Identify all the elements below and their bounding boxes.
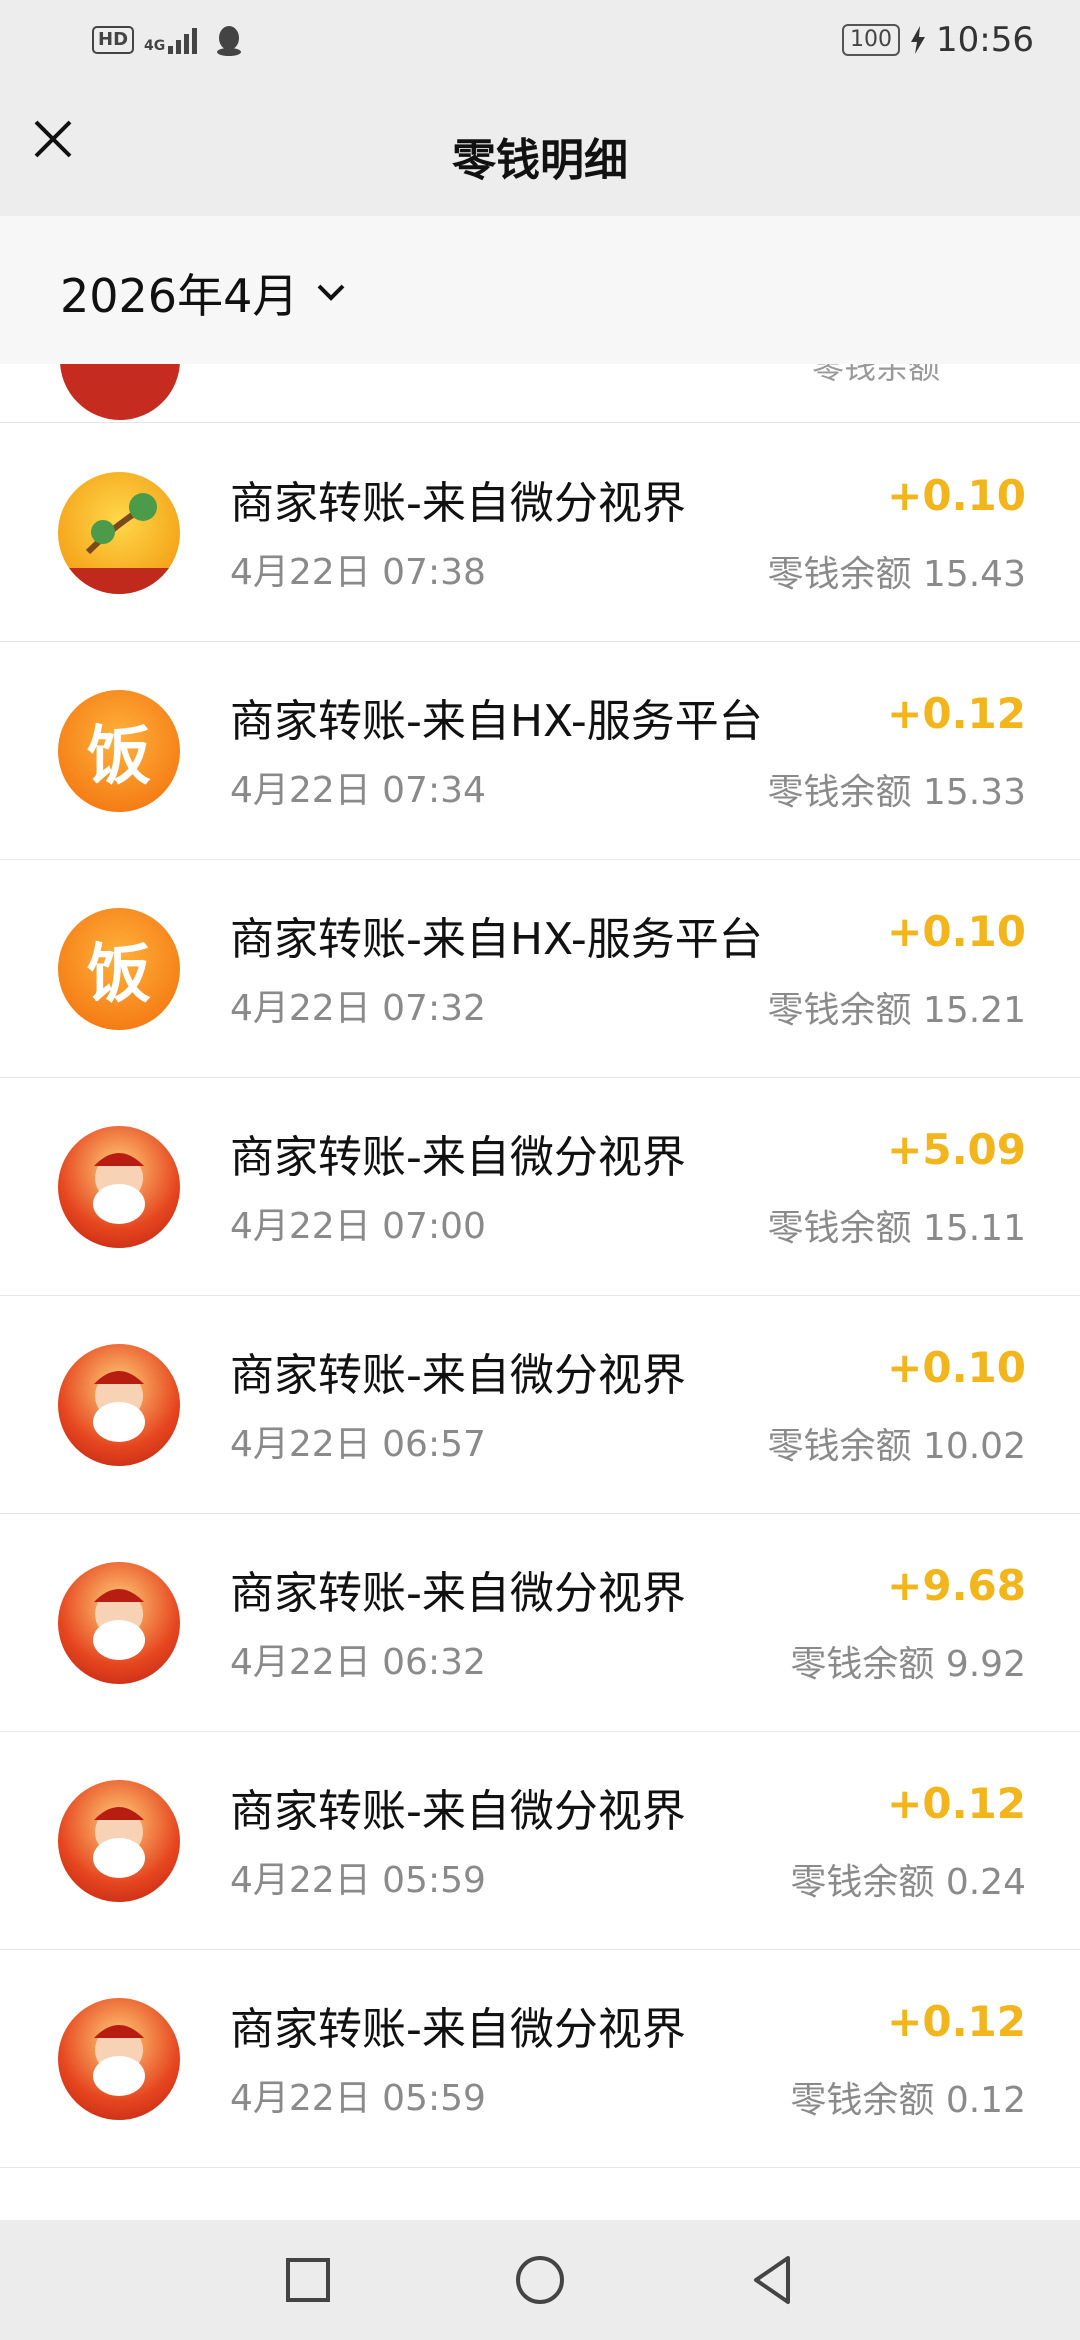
item-amount: +5.09: [887, 1125, 1026, 1174]
item-amount: +0.10: [887, 907, 1026, 956]
back-icon[interactable]: [742, 2250, 802, 2310]
item-balance: 零钱余额 9.92: [790, 1644, 1026, 1685]
item-title: 商家转账-来自HX-服务平台: [230, 914, 763, 965]
item-amount: +0.10: [887, 471, 1026, 520]
jade-avatar-icon: [60, 364, 180, 420]
status-time: 10:56: [936, 20, 1034, 60]
network-icon: 4G: [144, 26, 204, 54]
item-balance: 零钱余额 15.21: [767, 990, 1026, 1031]
hd-badge: HD: [92, 26, 135, 54]
item-balance: 零钱余额 15.33: [767, 772, 1026, 813]
item-title: 商家转账-来自微分视界: [230, 1350, 686, 1401]
item-title: 商家转账-来自微分视界: [230, 1132, 686, 1183]
god-of-wealth-avatar-icon: [58, 1998, 180, 2120]
list-item[interactable]: 饭 商家转账-来自HX-服务平台 4月22日 07:32 +0.10 零钱余额 …: [0, 859, 1080, 1078]
item-time: 4月22日 06:57: [230, 1424, 486, 1465]
list-item[interactable]: 商家转账-来自微分视界 4月22日 07:00 +5.09 零钱余额 15.11: [0, 1077, 1080, 1296]
partial-balance-text: 零钱余额: [811, 364, 940, 386]
item-title: 商家转账-来自HX-服务平台: [230, 696, 763, 747]
charging-icon: [911, 26, 926, 54]
item-time: 4月22日 07:34: [230, 770, 486, 811]
system-nav-bar: [0, 2220, 1080, 2340]
item-title: 商家转账-来自微分视界: [230, 478, 686, 529]
god-of-wealth-avatar-icon: [58, 1780, 180, 1902]
item-title: 商家转账-来自微分视界: [230, 2004, 686, 2055]
month-filter-label: 2026年4月: [60, 269, 299, 323]
battery-icon: 100: [842, 24, 901, 56]
item-balance: 零钱余额 15.43: [767, 554, 1026, 595]
list-item[interactable]: 商家转账-来自微分视界 4月22日 06:32 +9.68 零钱余额 9.92: [0, 1513, 1080, 1732]
item-balance: 零钱余额 0.24: [790, 1862, 1026, 1903]
list-item[interactable]: 商家转账-来自微分视界 4月22日 06:57 +0.10 零钱余额 10.02: [0, 1295, 1080, 1514]
item-time: 4月22日 05:59: [230, 2078, 486, 2119]
list-item[interactable]: 商家转账-来自微分视界 4月22日 05:59 +0.12 零钱余额 0.24: [0, 1731, 1080, 1950]
item-balance: 零钱余额 15.11: [767, 1208, 1026, 1249]
item-amount: +0.12: [887, 1997, 1026, 2046]
month-filter-bar: 2026年4月: [0, 216, 1080, 364]
item-balance: 零钱余额 10.02: [767, 1426, 1026, 1467]
god-of-wealth-avatar-icon: [58, 1562, 180, 1684]
recent-apps-icon[interactable]: [278, 2250, 338, 2310]
status-bar: HD 4G 100 10:56: [0, 0, 1080, 84]
god-of-wealth-avatar-icon: [58, 1126, 180, 1248]
item-time: 4月22日 07:32: [230, 988, 486, 1029]
list-item[interactable]: 商家转账-来自微分视界 4月22日 07:38 +0.10 零钱余额 15.43: [0, 423, 1080, 642]
item-amount: +0.12: [887, 689, 1026, 738]
list-item[interactable]: 商家转账-来自微分视界 4月22日 05:59 +0.12 零钱余额 0.12: [0, 1949, 1080, 2168]
god-of-wealth-avatar-icon: [58, 1344, 180, 1466]
item-balance: 零钱余额 0.12: [790, 2080, 1026, 2121]
item-time: 4月22日 07:00: [230, 1206, 486, 1247]
status-left: HD 4G: [92, 24, 244, 56]
page-title: 零钱明细: [452, 135, 628, 186]
item-title: 商家转账-来自微分视界: [230, 1568, 686, 1619]
avatar-char: 饭: [87, 720, 151, 794]
qq-notification-icon: [217, 26, 242, 56]
status-right: 100 10:56: [842, 20, 1034, 60]
chevron-down-icon: [317, 284, 345, 301]
item-amount: +0.10: [887, 1343, 1026, 1392]
item-amount: +0.12: [887, 1779, 1026, 1828]
nav-bar: 零钱明细: [0, 84, 1080, 216]
item-amount: +9.68: [887, 1561, 1026, 1610]
home-icon[interactable]: [510, 2250, 570, 2310]
item-time: 4月22日 07:38: [230, 552, 486, 593]
partial-list-item[interactable]: 零钱余额: [0, 364, 1080, 423]
fan-avatar-icon: 饭: [58, 690, 180, 812]
avatar-char: 饭: [87, 938, 151, 1012]
item-title: 商家转账-来自微分视界: [230, 1786, 686, 1837]
jade-avatar-icon: [58, 472, 180, 594]
item-time: 4月22日 06:32: [230, 1642, 486, 1683]
transaction-list: 零钱余额 商家转账-来自微分视界 4月22日 07:38 +0.10 零钱余额 …: [0, 364, 1080, 2220]
fan-avatar-icon: 饭: [58, 908, 180, 1030]
month-filter-button[interactable]: 2026年4月: [60, 260, 346, 326]
list-item[interactable]: 饭 商家转账-来自HX-服务平台 4月22日 07:34 +0.12 零钱余额 …: [0, 641, 1080, 860]
item-time: 4月22日 05:59: [230, 1860, 486, 1901]
